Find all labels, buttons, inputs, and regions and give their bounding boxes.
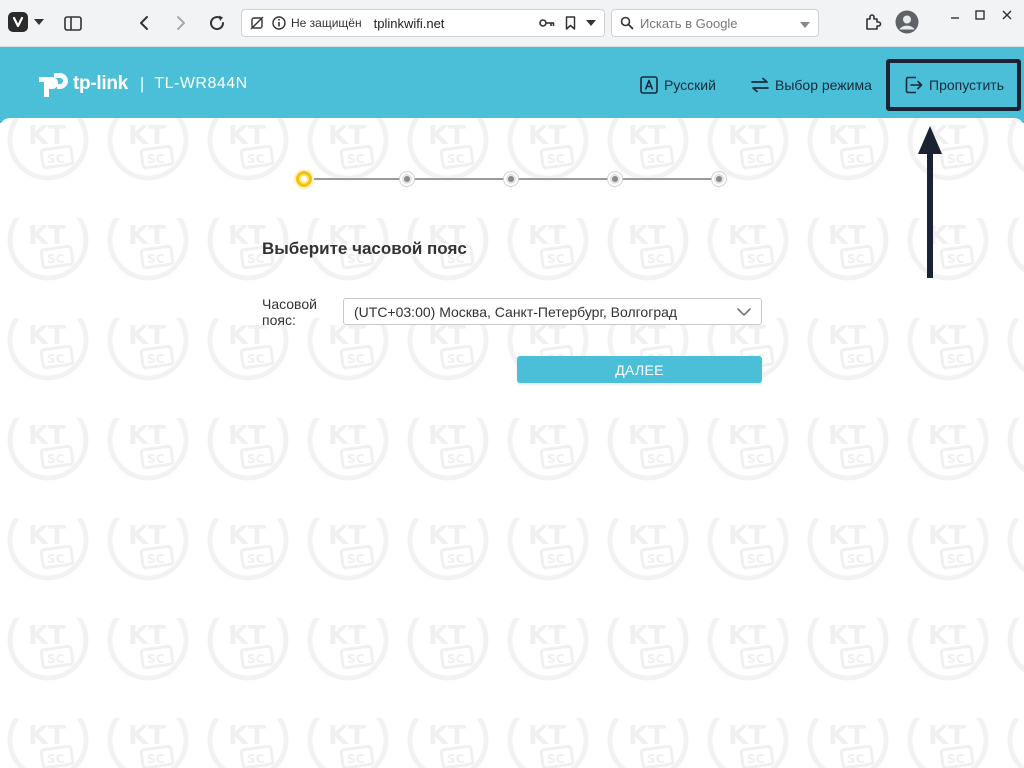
address-dropdown-icon[interactable]	[586, 20, 596, 26]
timezone-select[interactable]: (UTC+03:00) Москва, Санкт-Петербург, Вол…	[343, 298, 762, 325]
security-label: Не защищён	[291, 16, 362, 30]
tp-link-logo-icon	[39, 73, 68, 97]
step-2-dot	[400, 172, 414, 186]
close-icon[interactable]	[997, 5, 1017, 25]
next-button[interactable]: ДАЛЕЕ	[517, 356, 762, 383]
extensions-icon[interactable]	[862, 11, 884, 33]
menu-caret-icon[interactable]	[33, 15, 45, 29]
search-field[interactable]: Искать в Google	[611, 9, 819, 37]
router-model: TL-WR844N	[154, 75, 248, 92]
forward-icon[interactable]	[170, 12, 192, 34]
panel-icon[interactable]	[62, 13, 84, 33]
bookmark-icon[interactable]	[565, 16, 576, 30]
mode-label: Выбор режима	[775, 77, 872, 93]
language-label: Русский	[664, 77, 716, 93]
minimize-icon[interactable]	[945, 5, 965, 25]
search-icon	[620, 16, 634, 30]
step-3-dot	[504, 172, 518, 186]
back-icon[interactable]	[133, 12, 155, 34]
step-1-dot	[296, 171, 312, 187]
timezone-label: Часовой пояс:	[262, 296, 317, 328]
chevron-down-icon	[737, 308, 751, 316]
search-engine-dropdown-icon[interactable]	[800, 16, 810, 31]
step-4-dot	[608, 172, 622, 186]
language-icon	[640, 76, 658, 94]
wizard-stepper	[296, 170, 728, 188]
mode-switch-icon	[751, 77, 769, 93]
timezone-value: (UTC+03:00) Москва, Санкт-Петербург, Вол…	[354, 303, 678, 320]
profile-icon[interactable]	[895, 10, 919, 34]
wizard-panel: KT SC Выберите часовой пояс Часовой пояс…	[0, 118, 1024, 768]
info-icon[interactable]	[272, 16, 286, 30]
key-icon[interactable]	[539, 18, 555, 28]
reload-icon[interactable]	[206, 12, 228, 34]
vivaldi-logo-icon[interactable]	[8, 12, 28, 32]
search-placeholder: Искать в Google	[640, 15, 738, 31]
skip-highlight-box	[886, 59, 1021, 111]
brand-logo: tp-link | TL-WR844N	[35, 67, 248, 101]
address-bar[interactable]: Не защищён tplinkwifi.net	[241, 9, 605, 37]
maximize-icon[interactable]	[970, 5, 990, 25]
url-text[interactable]: tplinkwifi.net	[374, 16, 445, 31]
step-5-dot	[712, 172, 726, 186]
brand-name: tp-link	[73, 73, 128, 94]
watermark-pattern: KT SC	[0, 118, 1024, 768]
annotation-arrow-icon	[918, 126, 942, 278]
mode-selector[interactable]: Выбор режима	[751, 74, 872, 96]
brand-separator: |	[139, 74, 145, 93]
language-selector[interactable]: Русский	[640, 74, 716, 96]
router-header: tp-link | TL-WR844N Русский Выбор режима…	[0, 47, 1024, 123]
not-secure-icon	[250, 16, 264, 30]
browser-toolbar: Не защищён tplinkwifi.net Искать в Googl…	[0, 0, 1024, 47]
page-title: Выберите часовой пояс	[262, 239, 467, 258]
